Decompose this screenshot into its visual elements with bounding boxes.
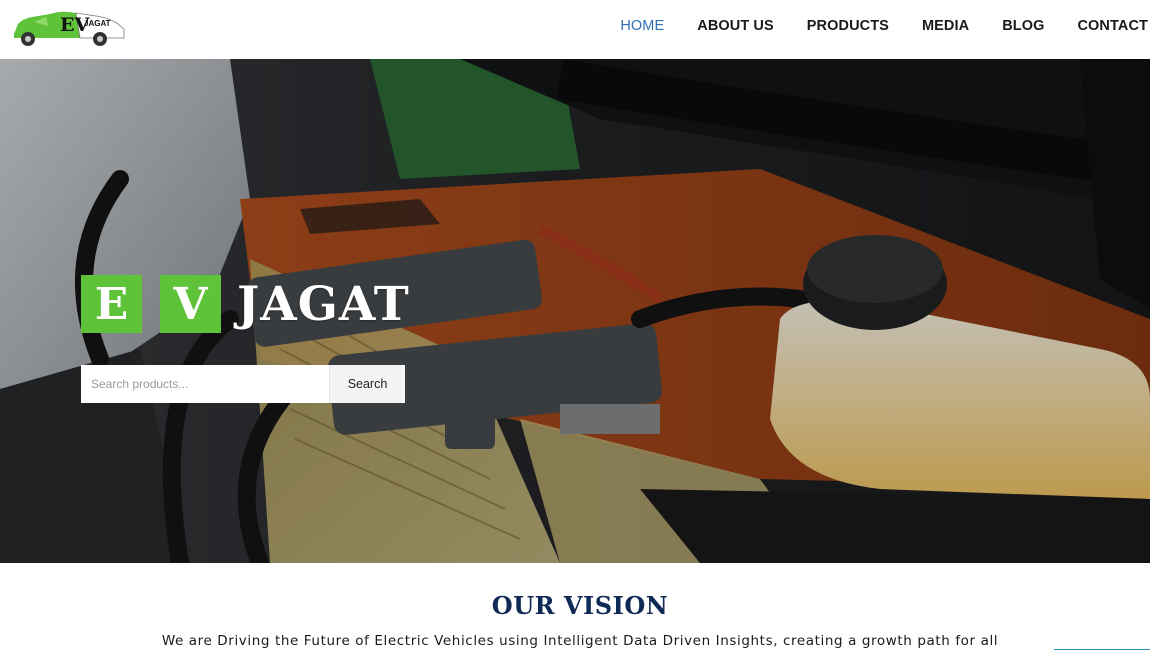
nav-contact[interactable]: CONTACT [1077, 18, 1148, 34]
site-header: EV JAGAT HOME ABOUT US PRODUCTS MEDIA BL… [0, 0, 1150, 59]
nav-blog[interactable]: BLOG [1002, 18, 1044, 34]
main-nav: HOME ABOUT US PRODUCTS MEDIA BLOG CONTAC… [587, 0, 1148, 52]
brand-letter-v: V [160, 275, 221, 333]
vision-section: OUR VISION We are Driving the Future of … [0, 563, 1150, 650]
ev-jagat-logo[interactable]: EV JAGAT [10, 4, 128, 48]
nav-about-us[interactable]: ABOUT US [697, 18, 774, 34]
nav-media[interactable]: MEDIA [922, 18, 969, 34]
vision-text: We are Driving the Future of Electric Ve… [161, 633, 999, 649]
hero-brand-title: E V JAGAT [81, 275, 410, 333]
nav-products[interactable]: PRODUCTS [807, 18, 889, 34]
search-button[interactable]: Search [329, 365, 405, 403]
hero-banner: E V JAGAT Search [0, 59, 1150, 563]
nav-home[interactable]: HOME [620, 18, 664, 34]
vision-title: OUR VISION [491, 591, 669, 620]
logo-jagat-text: JAGAT [84, 19, 111, 28]
product-search-form: Search [81, 365, 405, 403]
search-input[interactable] [81, 365, 329, 403]
brand-word: JAGAT [237, 276, 410, 332]
brand-letter-e: E [81, 275, 142, 333]
